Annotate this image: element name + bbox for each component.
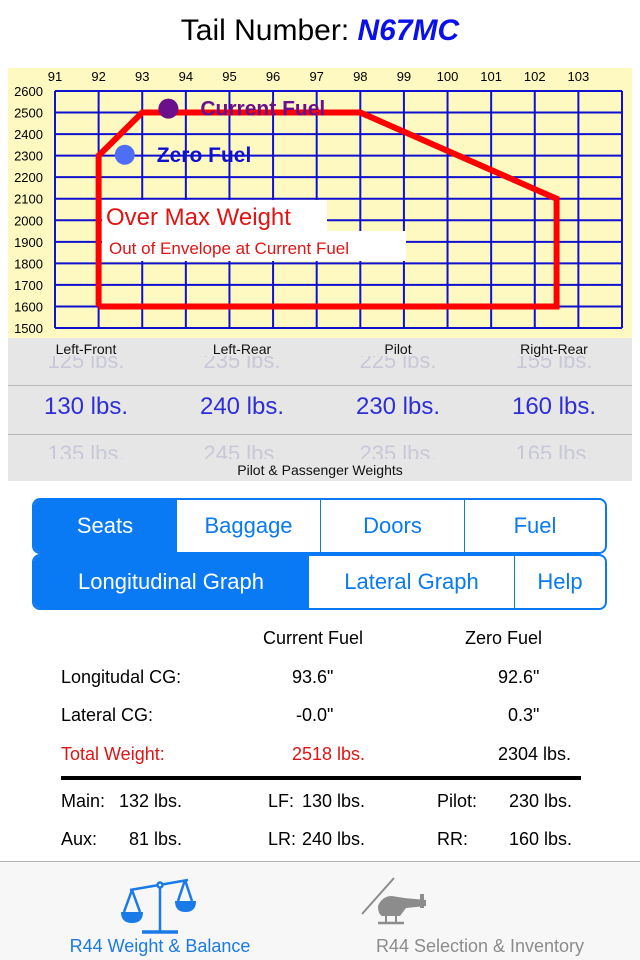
picker-prev-text: 125 lbs. xyxy=(47,356,125,372)
total-weight-label: Total Weight: xyxy=(61,744,165,764)
x-tick-label: 97 xyxy=(309,69,323,84)
segment-seats[interactable]: Seats xyxy=(34,500,176,552)
current-fuel-point xyxy=(158,98,179,119)
longitudinal-cg-current: 93.6" xyxy=(292,667,334,687)
lateral-cg-label: Lateral CG: xyxy=(61,705,154,725)
picker-selection-top-line xyxy=(8,385,632,386)
segment-help[interactable]: Help xyxy=(514,556,605,608)
tab-weight-balance-label: R44 Weight & Balance xyxy=(69,936,251,956)
picker-right-rear-prev[interactable]: 155 lbs. xyxy=(476,356,632,372)
x-tick-label: 103 xyxy=(568,69,590,84)
y-tick-label: 2000 xyxy=(14,213,43,228)
out-of-envelope-warning: Out of Envelope at Current Fuel xyxy=(109,239,349,258)
fuel-aux-label: Aux: xyxy=(61,829,98,849)
x-tick-label: 94 xyxy=(179,69,193,84)
segment-longitudinal-graph[interactable]: Longitudinal Graph xyxy=(34,556,308,608)
picker-header-left-front: Left-Front xyxy=(55,341,117,357)
y-tick-label: 2200 xyxy=(14,170,43,185)
weight-picker[interactable]: Left-Front Left-Rear Pilot Right-Rear 12… xyxy=(8,338,632,481)
y-tick-label: 1700 xyxy=(14,278,43,293)
lateral-cg-zero: 0.3" xyxy=(508,705,540,725)
x-tick-label: 101 xyxy=(480,69,502,84)
x-tick-label: 100 xyxy=(437,69,459,84)
picker-pilot-selected[interactable]: 230 lbs. xyxy=(320,393,476,421)
fuel-aux-value: 81 lbs. xyxy=(129,829,183,849)
seat-lf-label: LF: xyxy=(268,791,295,811)
x-tick-label: 98 xyxy=(353,69,367,84)
x-tick-label: 92 xyxy=(91,69,105,84)
seat-lr-value: 240 lbs. xyxy=(302,829,366,849)
seat-pilot-value: 230 lbs. xyxy=(509,791,573,811)
picker-left-front-selected[interactable]: 130 lbs. xyxy=(8,393,164,421)
segment-baggage[interactable]: Baggage xyxy=(176,500,320,552)
y-tick-label: 1900 xyxy=(14,235,43,250)
lateral-cg-current: -0.0" xyxy=(296,705,334,725)
current-fuel-label: Current Fuel xyxy=(200,98,325,121)
picker-left-rear-prev[interactable]: 235 lbs. xyxy=(164,356,320,372)
scale-icon xyxy=(121,878,196,934)
picker-pilot-prev[interactable]: 225 lbs. xyxy=(320,356,476,372)
picker-left-rear-selected[interactable]: 240 lbs. xyxy=(164,393,320,421)
zero-fuel-label: Zero Fuel xyxy=(157,144,252,167)
chart-svg: 91 92 93 94 95 96 97 98 99 100 101 102 103 2600 2500 24… xyxy=(14,69,623,336)
picker-right-rear-selected[interactable]: 160 lbs. xyxy=(476,393,632,421)
total-weight-zero: 2304 lbs. xyxy=(498,744,572,764)
helicopter-icon xyxy=(361,877,426,925)
longitudinal-cg-zero: 92.6" xyxy=(498,667,540,687)
fuel-main-label: Main: xyxy=(61,791,106,811)
y-tick-label: 2400 xyxy=(14,127,43,142)
picker-selection-bottom-line xyxy=(8,434,632,435)
y-tick-label: 1600 xyxy=(14,299,43,314)
longitudinal-cg-label: Longitudal CG: xyxy=(61,667,182,687)
total-weight-current: 2518 lbs. xyxy=(292,744,366,764)
col-header-current-fuel: Current Fuel xyxy=(263,628,364,648)
picker-header-left-rear: Left-Rear xyxy=(212,341,272,357)
tab-selection-inventory-label: R44 Selection & Inventory xyxy=(375,936,585,956)
y-tick-label: 2100 xyxy=(14,192,43,207)
fuel-main-value: 132 lbs. xyxy=(119,791,183,811)
over-max-weight-warning: Over Max Weight xyxy=(106,204,291,231)
tab-bar: R44 Weight & Balance R44 Selection & Inv… xyxy=(0,861,640,960)
y-tick-label: 2500 xyxy=(14,106,43,121)
picker-left-rear-next[interactable]: 245 lbs. xyxy=(164,441,320,459)
section-segmented-control: Seats Baggage Doors Fuel xyxy=(32,498,607,554)
y-tick-label: 1800 xyxy=(14,256,43,271)
col-header-zero-fuel: Zero Fuel xyxy=(465,628,543,648)
seat-rr-value: 160 lbs. xyxy=(509,829,573,849)
segment-lateral-graph[interactable]: Lateral Graph xyxy=(308,556,514,608)
x-tick-label: 96 xyxy=(266,69,280,84)
picker-header-right-rear: Right-Rear xyxy=(520,341,588,357)
x-tick-label: 93 xyxy=(135,69,149,84)
tab-weight-balance[interactable]: R44 Weight & Balance xyxy=(0,862,320,960)
seat-pilot-label: Pilot: xyxy=(437,791,478,811)
seat-lr-label: LR: xyxy=(268,829,297,849)
y-tick-label: 1500 xyxy=(14,321,43,336)
x-tick-label: 91 xyxy=(48,69,62,84)
segment-fuel[interactable]: Fuel xyxy=(464,500,605,552)
picker-caption: Pilot & Passenger Weights xyxy=(237,462,403,478)
summary-divider xyxy=(61,776,581,780)
picker-prev-text: 155 lbs. xyxy=(515,356,593,372)
seat-lf-value: 130 lbs. xyxy=(302,791,366,811)
tab-selection-inventory[interactable]: R44 Selection & Inventory xyxy=(320,862,640,960)
x-tick-label: 95 xyxy=(222,69,236,84)
x-tick-label: 102 xyxy=(524,69,546,84)
y-tick-label: 2300 xyxy=(14,149,43,164)
picker-prev-text: 235 lbs. xyxy=(203,356,281,372)
y-tick-label: 2600 xyxy=(14,84,43,99)
picker-left-front-prev[interactable]: 125 lbs. xyxy=(8,356,164,372)
zero-fuel-point xyxy=(114,144,135,165)
longitudinal-cg-chart: 91 92 93 94 95 96 97 98 99 100 101 102 103 2600 2500 24… xyxy=(8,68,632,338)
picker-prev-text: 225 lbs. xyxy=(359,356,437,372)
seat-rr-label: RR: xyxy=(437,829,468,849)
segment-doors[interactable]: Doors xyxy=(320,500,464,552)
picker-header-pilot: Pilot xyxy=(384,341,412,357)
picker-left-front-next[interactable]: 135 lbs. xyxy=(8,441,164,459)
graph-segmented-control: Longitudinal Graph Lateral Graph Help xyxy=(32,554,607,610)
picker-right-rear-next[interactable]: 165 lbs. xyxy=(476,441,632,459)
x-tick-label: 99 xyxy=(397,69,411,84)
picker-pilot-next[interactable]: 235 lbs. xyxy=(320,441,476,459)
